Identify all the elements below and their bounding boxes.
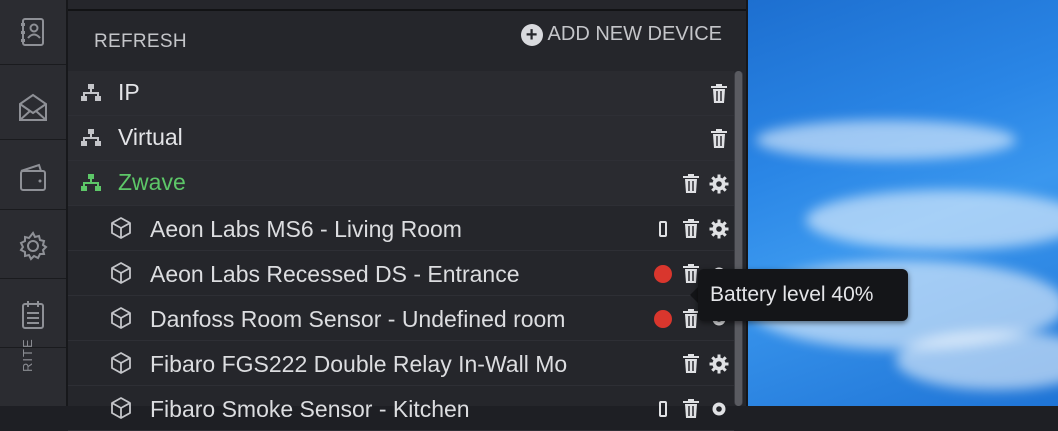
device-row[interactable]: Aeon Labs Recessed DS - Entrance <box>68 251 734 296</box>
wallet-button[interactable] <box>0 145 66 210</box>
device-row[interactable]: Danfoss Room Sensor - Undefined room <box>68 296 734 341</box>
cube-icon <box>111 397 131 419</box>
calendar-icon <box>22 301 44 329</box>
device-label: Fibaro FGS222 Double Relay In-Wall Mo <box>150 351 568 377</box>
trash-icon <box>711 129 727 148</box>
cube-icon <box>111 217 131 239</box>
alert-dot-icon <box>654 265 672 283</box>
wallet-icon <box>20 163 46 191</box>
row-actions <box>680 353 730 375</box>
envelope-icon <box>19 93 47 121</box>
row-actions <box>680 173 730 195</box>
settings-button[interactable] <box>708 173 730 195</box>
alert-dot-icon <box>654 310 672 328</box>
alert-indicator[interactable] <box>652 308 674 330</box>
delete-button[interactable] <box>680 218 702 240</box>
refresh-button[interactable]: REFRESH <box>94 31 187 53</box>
gear-icon <box>709 219 729 239</box>
add-new-device-button[interactable]: + ADD NEW DEVICE <box>520 23 722 46</box>
device-row[interactable]: Fibaro FGS222 Double Relay In-Wall Mo <box>68 341 734 386</box>
device-label: Fibaro Smoke Sensor - Kitchen <box>150 396 470 422</box>
device-label: Aeon Labs Recessed DS - Entrance <box>150 261 520 287</box>
trash-icon <box>711 84 727 103</box>
tooltip-arrow <box>690 287 698 303</box>
battery-icon <box>659 221 667 237</box>
group-row-zwave[interactable]: Zwave <box>68 161 734 206</box>
group-row-ip[interactable]: IP <box>68 71 734 116</box>
cube-icon <box>111 352 131 374</box>
messages-button[interactable] <box>0 75 66 140</box>
contacts-button[interactable] <box>0 0 66 65</box>
gear-icon <box>19 231 48 261</box>
trash-icon <box>683 354 699 373</box>
delete-button[interactable] <box>680 398 702 420</box>
gear-icon <box>712 402 726 416</box>
alert-indicator[interactable] <box>652 263 674 285</box>
device-list-scrollbar[interactable] <box>734 71 743 406</box>
rail-vertical-label: RITE <box>20 338 35 372</box>
gear-icon <box>709 354 729 374</box>
add-new-device-label: ADD NEW DEVICE <box>547 23 722 45</box>
network-icon <box>81 84 101 101</box>
devices-toolbar: REFRESH + ADD NEW DEVICE <box>68 11 746 71</box>
group-row-virtual[interactable]: Virtual <box>68 116 734 161</box>
row-actions <box>708 83 730 105</box>
settings-button[interactable] <box>708 353 730 375</box>
battery-indicator[interactable] <box>652 398 674 420</box>
cube-icon <box>111 307 131 329</box>
settings-button[interactable] <box>708 218 730 240</box>
network-icon <box>81 174 101 191</box>
delete-button[interactable] <box>680 353 702 375</box>
row-actions <box>652 218 730 240</box>
gear-icon <box>709 174 729 194</box>
delete-button[interactable] <box>708 128 730 150</box>
delete-button[interactable] <box>680 173 702 195</box>
delete-button[interactable] <box>708 83 730 105</box>
group-label: Zwave <box>118 169 186 195</box>
desktop-background <box>746 0 1058 406</box>
device-row[interactable]: Aeon Labs MS6 - Living Room <box>68 206 734 251</box>
group-label: IP <box>118 79 140 105</box>
left-icon-rail: RITE <box>0 0 68 406</box>
settings-button[interactable] <box>0 214 66 279</box>
device-tree: IP Virtual Zwave Aeon Labs MS6 - Living … <box>68 71 734 431</box>
row-actions <box>708 128 730 150</box>
trash-icon <box>683 174 699 193</box>
battery-icon <box>659 401 667 417</box>
scrollbar-thumb[interactable] <box>735 71 742 406</box>
devices-panel: REFRESH + ADD NEW DEVICE IP Virtual Zwav… <box>68 0 748 431</box>
trash-icon <box>683 399 699 418</box>
settings-button[interactable] <box>708 398 730 420</box>
trash-icon <box>683 219 699 238</box>
address-book-icon <box>21 18 44 46</box>
battery-tooltip: Battery level 40% <box>698 269 908 321</box>
row-actions <box>652 398 730 420</box>
battery-indicator[interactable] <box>652 218 674 240</box>
group-label: Virtual <box>118 124 183 150</box>
device-label: Danfoss Room Sensor - Undefined room <box>150 306 566 332</box>
device-row[interactable]: Fibaro Smoke Sensor - Kitchen <box>68 386 734 431</box>
device-label: Aeon Labs MS6 - Living Room <box>150 216 462 242</box>
cube-icon <box>111 262 131 284</box>
network-icon <box>81 129 101 146</box>
plus-circle-icon: + <box>520 23 543 46</box>
